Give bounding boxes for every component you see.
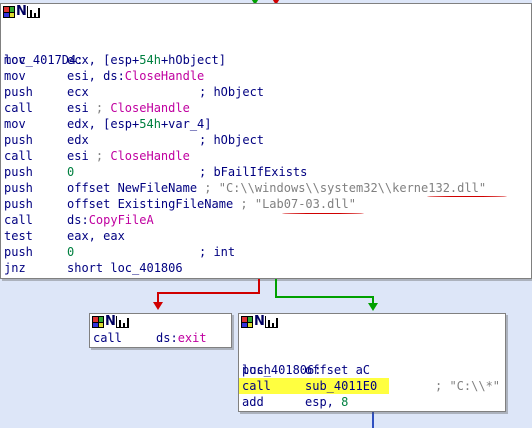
- mnemonic: call: [242, 379, 271, 393]
- operands: eax, eax: [67, 229, 125, 243]
- mnemonic: call: [4, 213, 33, 227]
- node-header: N: [90, 314, 231, 330]
- instruction-line[interactable]: call ds:exit: [90, 330, 231, 346]
- mnemonic: call: [4, 149, 33, 163]
- rename-node-icon[interactable]: N: [16, 5, 27, 18]
- instruction-line[interactable]: add esp, 8: [239, 394, 505, 410]
- mnemonic: add: [242, 395, 264, 409]
- edge-false-v1: [258, 279, 260, 293]
- label-comment: ; "C:\\*": [435, 379, 501, 393]
- mnemonic: push: [4, 85, 33, 99]
- mnemonic: call: [93, 331, 122, 345]
- operands: esp, 8: [305, 395, 349, 409]
- instruction-line[interactable]: mov edx, [esp+54h+var_4]: [1, 116, 531, 132]
- operands: 0: [67, 165, 75, 179]
- mnemonic: push: [4, 165, 33, 179]
- annotation-underline-lab07: [282, 213, 364, 214]
- edge-false-arrow: [153, 302, 163, 310]
- operands: esi, ds:CloseHandle: [67, 69, 205, 83]
- instruction-line[interactable]: push offset NewFileName ; "C:\\windows\\s…: [1, 180, 531, 196]
- graph-colors-icon[interactable]: [241, 316, 253, 328]
- instruction-line[interactable]: mov esi, ds:CloseHandle: [1, 68, 531, 84]
- edge-out: [372, 412, 374, 428]
- instruction-line[interactable]: jnz short loc_401806: [1, 260, 531, 276]
- graph-overview-icon[interactable]: [27, 6, 40, 18]
- edge-false-h: [157, 292, 260, 294]
- instruction-line[interactable]: call esi ; CloseHandle: [1, 100, 531, 116]
- mnemonic: push: [242, 363, 271, 377]
- mnemonic: mov: [4, 117, 26, 131]
- main-code-lines: mov ecx, [esp+54h+hObject] mov esi, ds:Clos…: [1, 52, 531, 276]
- operands: 0: [67, 245, 75, 259]
- mnemonic: push: [4, 245, 33, 259]
- code-label[interactable]: loc_4017D4:: [1, 36, 531, 67]
- graph-node-loc-401806[interactable]: N loc_401806: ; "C:\\*" push offset aC cal…: [238, 313, 506, 412]
- graph-colors-icon[interactable]: [3, 6, 15, 18]
- operands: short loc_401806: [67, 261, 183, 275]
- instruction-line[interactable]: push offset ExistingFileName ; "Lab07-03.…: [1, 196, 531, 212]
- comment: ; bFailIfExists: [199, 165, 308, 179]
- instruction-line[interactable]: push offset aC: [239, 362, 505, 378]
- operands: ds:CopyFileA: [67, 213, 154, 227]
- instruction-line[interactable]: call esi ; CloseHandle: [1, 148, 531, 164]
- graph-overview-icon[interactable]: [265, 316, 278, 328]
- operands: edx: [67, 133, 89, 147]
- comment: ; int: [199, 245, 236, 259]
- node-header: N: [239, 314, 505, 330]
- rename-node-icon[interactable]: N: [105, 315, 116, 328]
- edge-true-arrow: [368, 303, 378, 311]
- mnemonic: push: [4, 197, 33, 211]
- operands: esi ; CloseHandle: [67, 149, 190, 163]
- instruction-line[interactable]: push 0 ; bFailIfExists: [1, 164, 531, 180]
- operands: offset ExistingFileName ; "Lab07-03.dll": [67, 197, 356, 211]
- operands: offset NewFileName ; "C:\\windows\\syste…: [67, 181, 487, 195]
- operands: sub_4011E0: [305, 379, 378, 393]
- comment: ; hObject: [199, 133, 265, 147]
- operands: esi ; CloseHandle: [67, 101, 190, 115]
- instruction-line[interactable]: push 0 ; int: [1, 244, 531, 260]
- mnemonic: push: [4, 181, 33, 195]
- instruction-line[interactable]: test eax, eax: [1, 228, 531, 244]
- mnemonic: test: [4, 229, 33, 243]
- mnemonic: mov: [4, 53, 26, 67]
- instruction-line[interactable]: push ecx ; hObject: [1, 84, 531, 100]
- mnemonic: jnz: [4, 261, 26, 275]
- instruction-line[interactable]: call ds:CopyFileA: [1, 212, 531, 228]
- graph-node-loc-4017d4[interactable]: N loc_4017D4: mov ecx, [esp+54h+hObject] m…: [0, 3, 532, 279]
- instruction-line[interactable]: push edx ; hObject: [1, 132, 531, 148]
- instruction-line[interactable]: mov ecx, [esp+54h+hObject]: [1, 52, 531, 68]
- rename-node-icon[interactable]: N: [254, 315, 265, 328]
- graph-overview-icon[interactable]: [116, 316, 129, 328]
- operands: ds:exit: [156, 331, 207, 345]
- annotation-underline-kerne132: [427, 196, 507, 197]
- node-header: N: [1, 4, 531, 20]
- operands: offset aC: [305, 363, 371, 377]
- mnemonic: mov: [4, 69, 26, 83]
- graph-node-exit[interactable]: N call ds:exit: [89, 313, 232, 348]
- operands: ecx, [esp+54h+hObject]: [67, 53, 226, 67]
- edge-true-v1: [275, 279, 277, 297]
- operands: edx, [esp+54h+var_4]: [67, 117, 212, 131]
- operands: ecx: [67, 85, 89, 99]
- edge-true-h: [275, 296, 374, 298]
- instruction-line[interactable]: call sub_4011E0: [239, 378, 389, 394]
- exit-code-lines: call ds:exit: [90, 330, 231, 346]
- mnemonic: call: [4, 101, 33, 115]
- comment: ; hObject: [199, 85, 265, 99]
- mnemonic: push: [4, 133, 33, 147]
- code-label[interactable]: loc_401806: ; "C:\\*": [239, 346, 505, 393]
- graph-colors-icon[interactable]: [92, 316, 104, 328]
